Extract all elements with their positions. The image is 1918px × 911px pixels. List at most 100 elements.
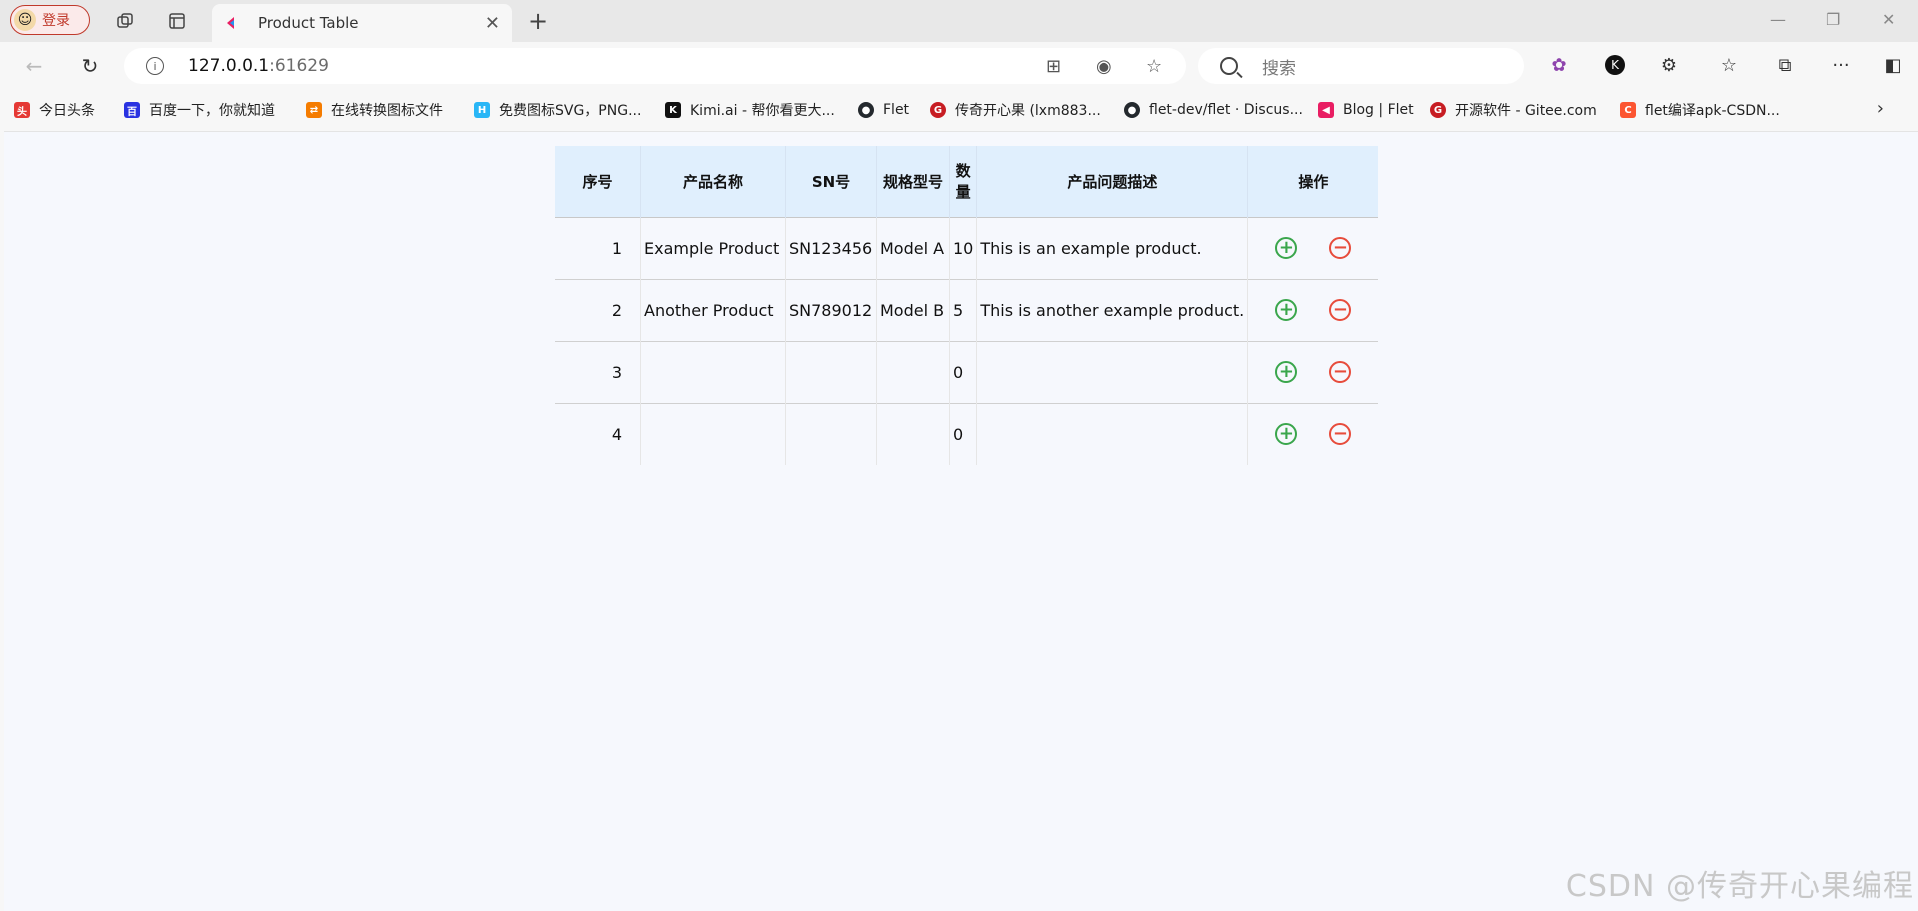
table-row: 3 0 + − bbox=[555, 341, 1379, 403]
vertical-tabs-icon[interactable] bbox=[164, 8, 190, 34]
close-icon[interactable]: ✕ bbox=[485, 13, 500, 34]
header-description: 产品问题描述 bbox=[976, 146, 1249, 217]
cell-model[interactable] bbox=[876, 341, 950, 403]
cell-description[interactable]: This is another example product. bbox=[976, 279, 1249, 341]
header-index: 序号 bbox=[555, 146, 641, 217]
extensions-icon[interactable]: ⚙ bbox=[1656, 52, 1682, 78]
remove-circle-icon[interactable]: − bbox=[1329, 361, 1352, 383]
profile-label: 登录 bbox=[42, 13, 70, 29]
table-row: 4 0 + − bbox=[555, 403, 1379, 465]
toutiao-icon: 头 bbox=[14, 102, 30, 118]
add-circle-icon[interactable]: + bbox=[1275, 423, 1298, 446]
window-close-icon[interactable]: ✕ bbox=[1882, 10, 1895, 29]
cell-sn[interactable] bbox=[785, 341, 877, 403]
remove-circle-icon[interactable]: − bbox=[1329, 237, 1352, 259]
page-content: 序号 产品名称 SN号 规格型号 数量 产品问题描述 操作 1 Example … bbox=[4, 131, 1918, 911]
bookmark-item[interactable]: H 免费图标SVG，PNG... bbox=[474, 98, 641, 122]
cell-index: 1 bbox=[555, 217, 641, 279]
bookmark-item[interactable]: 头今日头条 bbox=[14, 98, 95, 122]
flet-icon: ◀ bbox=[1318, 102, 1334, 118]
cell-quantity[interactable]: 5 bbox=[949, 279, 978, 341]
cell-description[interactable]: This is an example product. bbox=[976, 217, 1249, 279]
avatar: ☺ bbox=[14, 9, 36, 31]
edge-icon[interactable]: ◉ bbox=[1096, 56, 1112, 77]
remove-circle-icon[interactable]: − bbox=[1329, 423, 1352, 446]
cell-model[interactable] bbox=[876, 403, 950, 465]
baidu-icon: 百 bbox=[124, 102, 140, 118]
cell-index: 4 bbox=[555, 403, 641, 465]
csdn-icon: C bbox=[1620, 102, 1636, 118]
remove-circle-icon[interactable]: − bbox=[1329, 299, 1352, 321]
tab-title: Product Table bbox=[258, 14, 359, 32]
cell-actions: + − bbox=[1248, 279, 1379, 341]
minimize-icon[interactable]: — bbox=[1770, 10, 1786, 29]
sidebar-toggle-icon[interactable]: ◧ bbox=[1880, 52, 1906, 78]
cell-product-name[interactable] bbox=[640, 403, 786, 465]
header-model: 规格型号 bbox=[876, 146, 950, 217]
cell-sn[interactable]: SN789012 bbox=[785, 279, 877, 341]
bookmark-item[interactable]: 百百度一下，你就知道 bbox=[124, 98, 275, 122]
profile-button[interactable]: ☺ 登录 bbox=[10, 5, 90, 35]
new-tab-icon[interactable]: + bbox=[525, 7, 551, 35]
back-icon[interactable]: ← bbox=[20, 52, 48, 80]
search-icon bbox=[1220, 57, 1238, 75]
cell-model[interactable]: Model B bbox=[876, 279, 950, 341]
workspaces-icon[interactable] bbox=[112, 8, 138, 34]
url-port: :61629 bbox=[269, 56, 329, 76]
chevron-right-icon[interactable]: › bbox=[1877, 98, 1884, 119]
product-table: 序号 产品名称 SN号 规格型号 数量 产品问题描述 操作 1 Example … bbox=[555, 146, 1379, 465]
refresh-icon[interactable]: ↻ bbox=[76, 52, 104, 80]
tab-product-table[interactable]: Product Table ✕ bbox=[212, 4, 512, 42]
cell-quantity[interactable]: 10 bbox=[949, 217, 978, 279]
cell-product-name[interactable]: Example Product bbox=[640, 217, 786, 279]
copilot-icon[interactable]: ✿ bbox=[1546, 52, 1572, 78]
iconfont-icon: H bbox=[474, 102, 490, 118]
bookmark-item[interactable]: G 传奇开心果 (lxm883... bbox=[930, 98, 1101, 122]
cell-quantity[interactable]: 0 bbox=[949, 341, 978, 403]
table-header-row: 序号 产品名称 SN号 规格型号 数量 产品问题描述 操作 bbox=[555, 146, 1379, 217]
header-product-name: 产品名称 bbox=[640, 146, 786, 217]
bookmark-item[interactable]: ● Flet bbox=[858, 98, 909, 122]
bookmark-item[interactable]: G 开源软件 - Gitee.com bbox=[1430, 98, 1597, 122]
cell-description[interactable] bbox=[976, 341, 1249, 403]
cell-product-name[interactable]: Another Product bbox=[640, 279, 786, 341]
cell-index: 2 bbox=[555, 279, 641, 341]
url-host: 127.0.0.1 bbox=[188, 56, 270, 76]
cell-sn[interactable] bbox=[785, 403, 877, 465]
bookmark-item[interactable]: ◀ Blog | Flet bbox=[1318, 98, 1414, 122]
more-options-icon[interactable]: ··· bbox=[1828, 52, 1854, 78]
bookmarks-bar: 头今日头条 百百度一下，你就知道 ⇄ 在线转换图标文件 H 免费图标SVG，PNG.… bbox=[0, 90, 1918, 130]
convert-icon: ⇄ bbox=[306, 102, 322, 118]
add-circle-icon[interactable]: + bbox=[1275, 361, 1298, 383]
flet-favicon-icon bbox=[227, 17, 234, 29]
app-available-icon[interactable]: ⊞ bbox=[1046, 56, 1061, 77]
gitee-icon: G bbox=[1430, 102, 1446, 118]
site-info-icon[interactable]: i bbox=[146, 57, 164, 75]
cell-description[interactable] bbox=[976, 403, 1249, 465]
cell-sn[interactable]: SN123456 bbox=[785, 217, 877, 279]
cell-actions: + − bbox=[1248, 341, 1379, 403]
search-bar[interactable]: 搜索 bbox=[1198, 48, 1524, 84]
restore-icon[interactable]: ❐ bbox=[1826, 10, 1840, 29]
bookmark-item[interactable]: Cflet编译apk-CSDN... bbox=[1620, 98, 1780, 122]
cell-model[interactable]: Model A bbox=[876, 217, 950, 279]
bookmark-item[interactable]: K Kimi.ai - 帮你看更大... bbox=[665, 98, 835, 122]
kimi-extension-icon[interactable]: K bbox=[1602, 52, 1628, 78]
cell-actions: + − bbox=[1248, 217, 1379, 279]
cell-product-name[interactable] bbox=[640, 341, 786, 403]
bookmark-item[interactable]: ● flet-dev/flet · Discus... bbox=[1124, 98, 1303, 122]
cell-actions: + − bbox=[1248, 403, 1379, 465]
search-placeholder: 搜索 bbox=[1262, 58, 1296, 79]
add-circle-icon[interactable]: + bbox=[1275, 299, 1298, 321]
tab-strip: ☺ 登录 Product Table ✕ + — ❐ ✕ bbox=[0, 0, 1918, 42]
add-circle-icon[interactable]: + bbox=[1275, 237, 1298, 259]
bookmark-item[interactable]: ⇄ 在线转换图标文件 bbox=[306, 98, 443, 122]
kimi-icon: K bbox=[665, 102, 681, 118]
watermark: CSDN @传奇开心果编程 bbox=[1565, 869, 1914, 904]
favorites-icon[interactable]: ☆ bbox=[1716, 52, 1742, 78]
cell-quantity[interactable]: 0 bbox=[949, 403, 978, 465]
table-row: 1 Example Product SN123456 Model A 10 Th… bbox=[555, 217, 1379, 279]
favorite-star-icon[interactable]: ☆ bbox=[1146, 56, 1162, 77]
address-bar[interactable]: i 127.0.0.1:61629 ⊞ ◉ ☆ bbox=[124, 48, 1186, 84]
collections-icon[interactable]: ⧉ bbox=[1772, 52, 1798, 78]
